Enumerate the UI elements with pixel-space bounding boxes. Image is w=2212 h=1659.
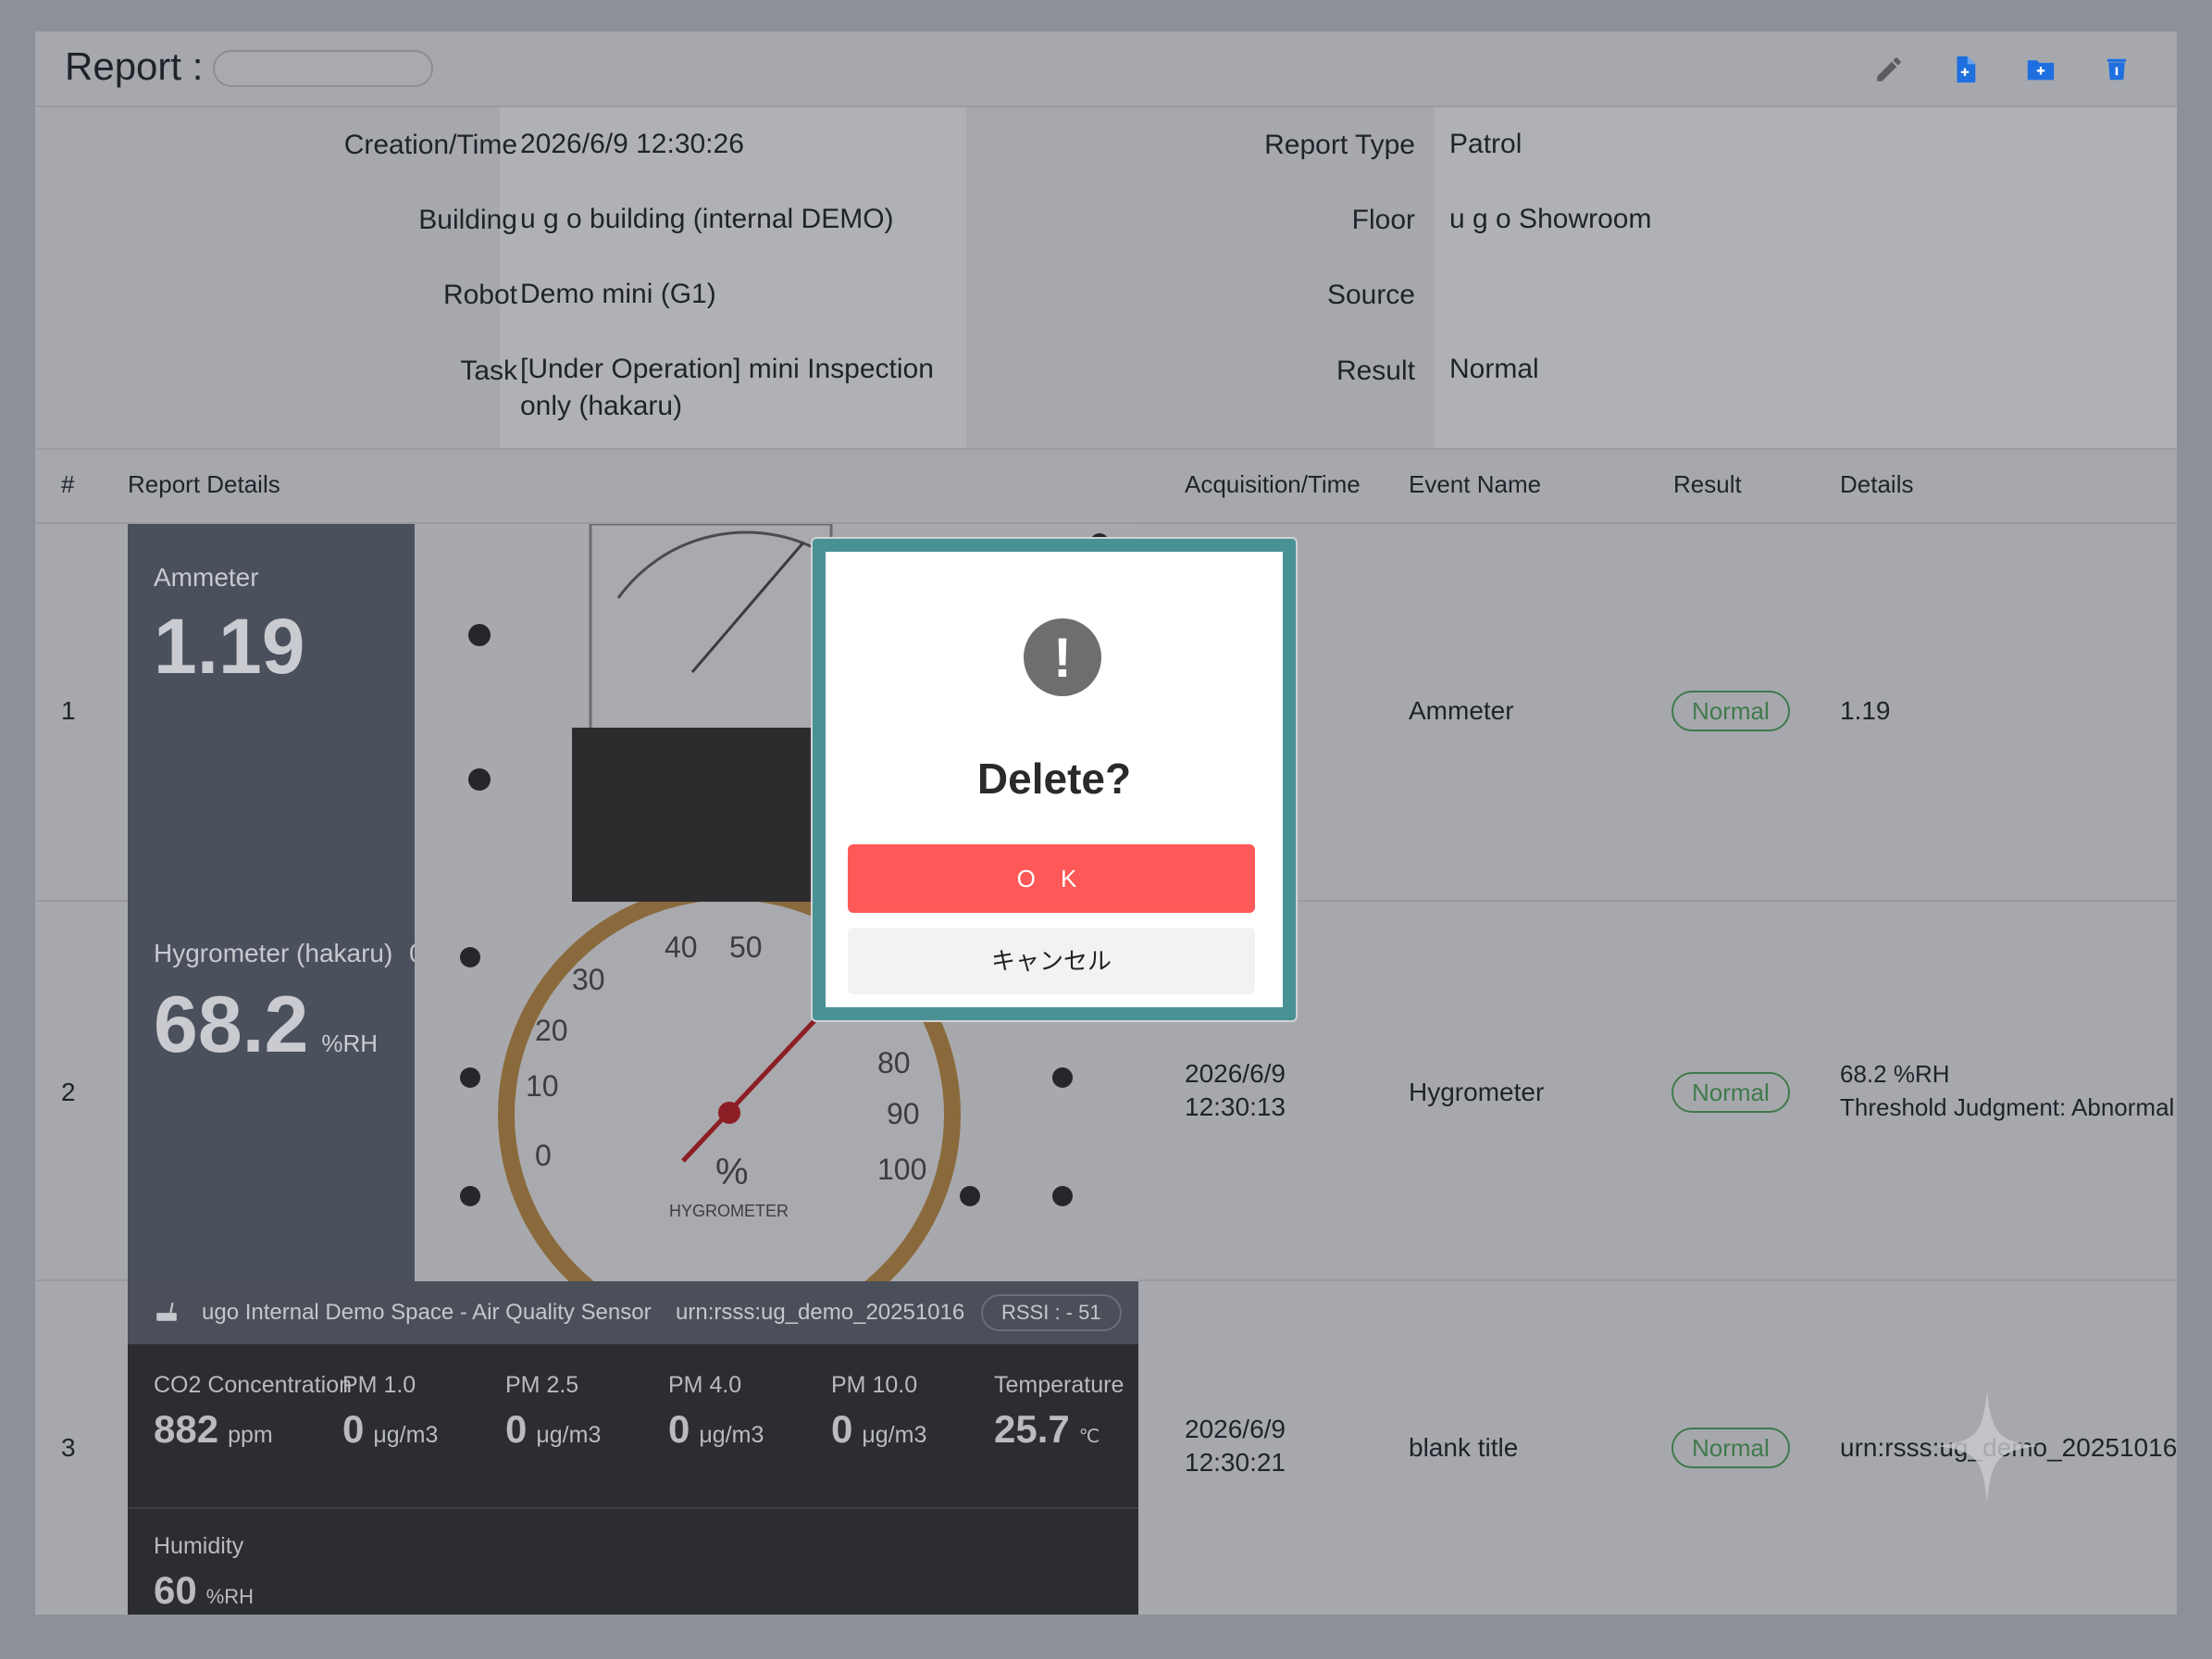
panel-label: Ammeter	[154, 563, 259, 592]
metric-value: 0 μg/m3	[505, 1407, 602, 1451]
svg-text:90: 90	[887, 1097, 920, 1130]
event-name: Ammeter	[1409, 696, 1514, 725]
svg-text:HYGROMETER: HYGROMETER	[669, 1202, 789, 1220]
metric-label: PM 10.0	[831, 1372, 918, 1398]
svg-text:50: 50	[729, 930, 763, 964]
col-acquisition-time: Acquisition/Time	[1185, 470, 1361, 498]
metric-value: 0 μg/m3	[668, 1407, 764, 1451]
details-value: 1.19	[1840, 696, 1891, 725]
svg-text:%: %	[715, 1152, 749, 1192]
exclamation-icon: !	[1024, 618, 1101, 696]
floor-label: Floor	[1351, 205, 1415, 235]
metric-label: Humidity	[154, 1533, 244, 1559]
building-value: u g o building (internal DEMO)	[520, 204, 894, 234]
status-badge: Normal	[1671, 1072, 1790, 1113]
metric-value: 25.7 ℃	[994, 1407, 1100, 1451]
building-label: Building	[418, 205, 517, 235]
robot-label: Robot	[442, 280, 517, 310]
router-icon	[156, 1303, 177, 1321]
row-number: 1	[61, 696, 76, 725]
air-quality-panel[interactable]: ugo Internal Demo Space - Air Quality Se…	[128, 1281, 1138, 1615]
col-result: Result	[1673, 470, 1742, 498]
col-report-details: Report Details	[128, 470, 280, 498]
panel-value: 68.2 %RH	[154, 980, 379, 1069]
metric-label: PM 2.5	[505, 1372, 579, 1398]
metric-label: PM 4.0	[668, 1372, 742, 1398]
creation-time-value: 2026/6/9 12:30:26	[520, 129, 744, 159]
row-number: 2	[61, 1078, 76, 1106]
svg-text:80: 80	[877, 1046, 911, 1079]
air-sensor-header: ugo Internal Demo Space - Air Quality Se…	[128, 1281, 1138, 1344]
metric-value: 0 μg/m3	[831, 1407, 927, 1451]
delete-button[interactable]	[2095, 48, 2138, 91]
creation-time-label: Creation/Time	[343, 130, 517, 160]
result-label: Result	[1336, 356, 1415, 386]
file-export-icon	[1957, 56, 1976, 83]
acquisition-time: 2026/6/9 12:30:13	[1185, 1059, 1286, 1121]
export-button[interactable]	[1944, 48, 1986, 91]
svg-text:40: 40	[665, 930, 698, 964]
source-label: Source	[1326, 280, 1415, 310]
event-name: blank title	[1409, 1433, 1519, 1462]
report-header: Report :	[35, 31, 2177, 107]
metric-label: PM 1.0	[342, 1372, 416, 1398]
event-name: Hygrometer	[1409, 1078, 1545, 1106]
report-type-value: Patrol	[1449, 129, 1522, 159]
rssi-badge: RSSI : - 51	[981, 1294, 1122, 1331]
robot-value: Demo mini (G1)	[520, 279, 716, 309]
delete-confirm-dialog: ! Delete? O K キャンセル	[813, 539, 1296, 1020]
svg-text:30: 30	[572, 963, 605, 996]
table-header: # Report Details Acquisition/Time Event …	[35, 450, 2177, 524]
divider	[128, 1507, 1138, 1509]
acquisition-time: 2026/6/9 12:30:21	[1185, 1415, 1286, 1477]
col-details: Details	[1840, 470, 1914, 498]
report-info: Creation/Time 2026/6/9 12:30:26 Building…	[35, 107, 2177, 450]
sensor-name: ugo Internal Demo Space - Air Quality Se…	[202, 1300, 652, 1325]
svg-text:20: 20	[535, 1014, 568, 1047]
task-label: Task	[460, 356, 517, 386]
sensor-urn: urn:rsss:ug_demo_20251016	[676, 1300, 965, 1325]
trash-icon	[2107, 58, 2126, 81]
sparkle-icon	[1936, 1391, 2038, 1502]
report-type-label: Report Type	[1264, 130, 1415, 160]
status-badge: Normal	[1671, 691, 1790, 731]
ok-button[interactable]: O K	[848, 844, 1255, 913]
col-number: #	[61, 470, 75, 498]
metric-value: 882 ppm	[154, 1407, 273, 1451]
svg-text:0: 0	[535, 1139, 552, 1172]
dialog-title: Delete?	[976, 755, 1132, 803]
folder-add-button[interactable]	[2019, 48, 2062, 91]
floor-value: u g o Showroom	[1449, 204, 1652, 234]
row-number: 3	[61, 1433, 76, 1462]
metric-value: 0 μg/m3	[342, 1407, 439, 1451]
pencil-icon	[1877, 57, 1901, 81]
svg-text:100: 100	[877, 1153, 926, 1186]
result-value: Normal	[1449, 354, 1539, 384]
status-badge: Normal	[1671, 1428, 1790, 1468]
page-title: Report :	[65, 44, 204, 88]
report-name-field[interactable]	[213, 50, 433, 87]
metric-label: CO2 Concentration	[154, 1372, 353, 1398]
folder-add-icon	[2027, 60, 2055, 81]
metric-value: 60 %RH	[154, 1568, 255, 1612]
panel-value: 1.19	[154, 603, 305, 690]
edit-button[interactable]	[1868, 48, 1910, 91]
col-event-name: Event Name	[1409, 470, 1542, 498]
cancel-button[interactable]: キャンセル	[848, 928, 1255, 994]
svg-text:10: 10	[526, 1069, 559, 1103]
details-value: 68.2 %RH Threshold Judgment: Abnormal	[1840, 1060, 2175, 1121]
metric-label: Temperature	[994, 1372, 1125, 1398]
task-value: [Under Operation] mini Inspection only (…	[520, 354, 934, 421]
